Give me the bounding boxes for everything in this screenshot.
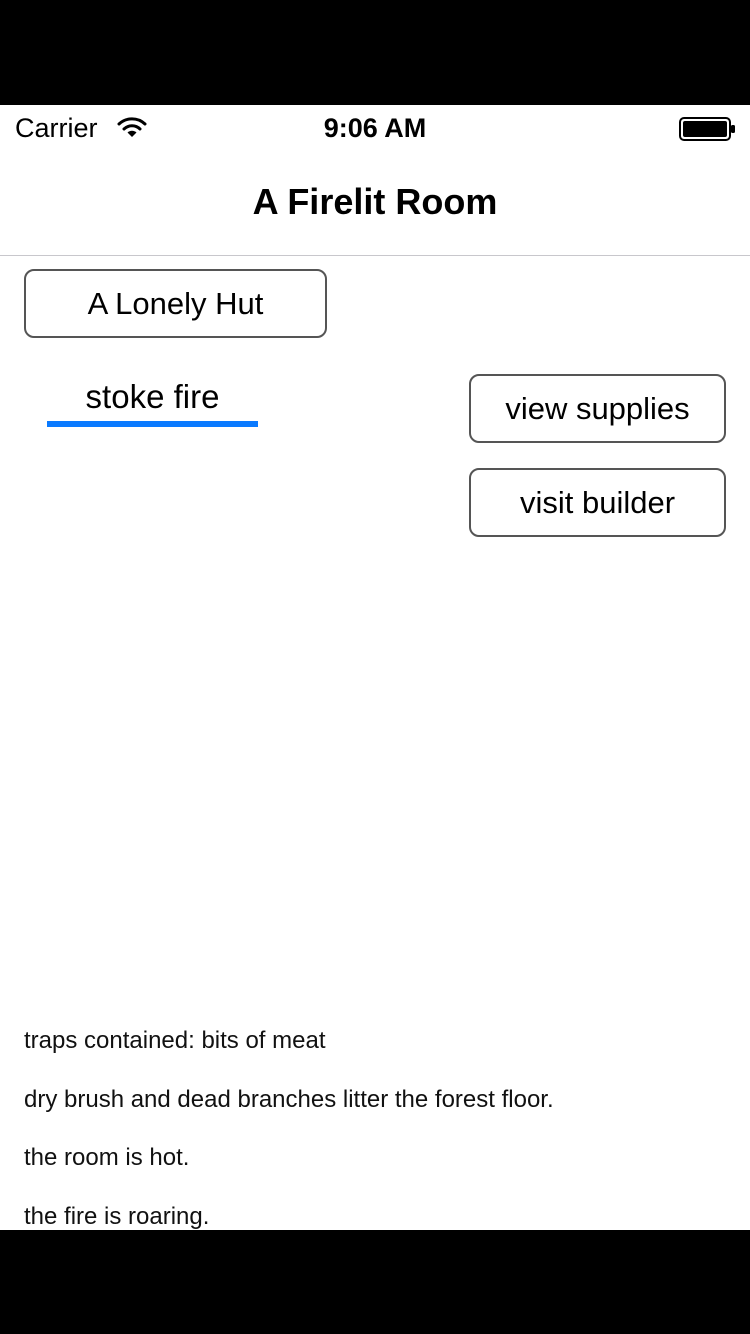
letterbox-bottom <box>0 1230 750 1334</box>
page-title: A Firelit Room <box>252 181 498 222</box>
app-screen: Carrier 9:06 AM A Firelit Room A Lonely … <box>0 105 750 1230</box>
lonely-hut-button[interactable]: A Lonely Hut <box>24 269 327 338</box>
stoke-fire-label: stoke fire <box>85 378 220 415</box>
visit-builder-button[interactable]: visit builder <box>469 468 726 537</box>
letterbox-top <box>0 0 750 105</box>
event-log: traps contained: bits of meat dry brush … <box>24 1025 724 1230</box>
status-bar: Carrier 9:06 AM <box>0 105 750 151</box>
battery-full-icon <box>679 117 735 141</box>
view-supplies-button-label: view supplies <box>505 390 690 426</box>
log-line: the room is hot. <box>24 1144 190 1171</box>
stoke-fire-progress-bar <box>47 421 258 427</box>
log-line: the fire is roaring. <box>24 1202 210 1230</box>
visit-builder-button-label: visit builder <box>519 484 676 520</box>
log-line: traps contained: bits of meat <box>24 1027 326 1054</box>
status-time: 9:06 AM <box>323 113 427 143</box>
stoke-fire-button[interactable]: stoke fire <box>47 375 258 427</box>
view-supplies-button[interactable]: view supplies <box>469 374 726 443</box>
navigation-bar: A Firelit Room <box>0 151 750 256</box>
lonely-hut-button-label: A Lonely Hut <box>87 285 264 321</box>
log-line: dry brush and dead branches litter the f… <box>24 1085 554 1113</box>
